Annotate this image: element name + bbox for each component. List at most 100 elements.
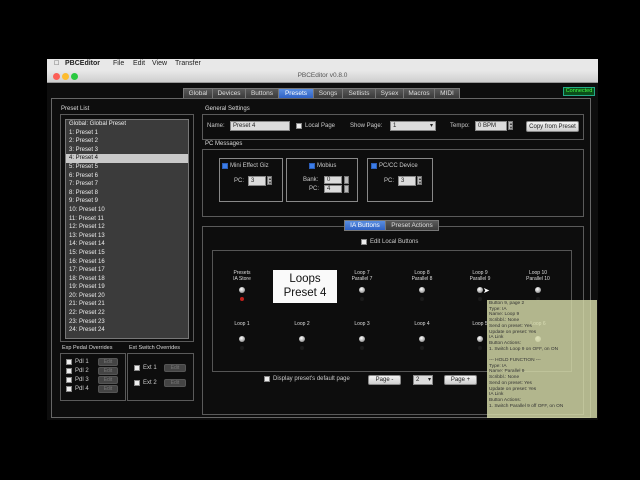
tooltip-line: 1. Switch Parallel 9 off OFF, on ON — [489, 403, 564, 409]
preset-list-item[interactable]: 4: Preset 4 — [66, 154, 188, 163]
menu-view[interactable]: View — [152, 60, 167, 67]
footswitch-button[interactable] — [239, 336, 245, 342]
mobius-pc-field[interactable]: 4 — [324, 185, 342, 193]
mobius-checkbox[interactable] — [309, 163, 315, 169]
preset-list-item[interactable]: 24: Preset 24 — [66, 326, 188, 335]
page-select[interactable]: 2 ▾ — [413, 375, 433, 385]
footswitch-led — [360, 297, 364, 301]
pedal-edit-button[interactable]: Edit — [98, 358, 118, 366]
edit-local-buttons-checkbox[interactable] — [361, 239, 367, 245]
footswitch-button[interactable] — [477, 336, 483, 342]
pc-stepper[interactable]: ▲ ▼ — [267, 176, 272, 185]
preset-list-item[interactable]: Global: Global Preset — [66, 120, 188, 129]
footswitch-label: Loop 8 Parallel 8 — [411, 270, 433, 282]
ext-switch-checkbox[interactable] — [134, 365, 140, 371]
footswitch-label: Loop 10 Parallel 10 — [526, 270, 550, 282]
footswitch-button[interactable] — [299, 336, 305, 342]
mobius-bank-field[interactable]: 0 — [324, 176, 342, 184]
preset-list-item[interactable]: 20: Preset 20 — [66, 292, 188, 301]
show-page-select[interactable]: 1 ▾ — [390, 121, 436, 131]
tempo-label: Tempo: — [450, 123, 470, 129]
pc-cc-device-pc-field[interactable]: 3 — [398, 176, 416, 186]
pc-stepper[interactable] — [344, 185, 349, 193]
menu-edit[interactable]: Edit — [133, 60, 145, 67]
mini-effect-giz-pc-field[interactable]: 3 — [248, 176, 266, 186]
footswitch-button[interactable] — [359, 336, 365, 342]
pc-cc-device-checkbox[interactable] — [371, 163, 377, 169]
preset-list-item[interactable]: 23: Preset 23 — [66, 318, 188, 327]
copy-from-preset-button[interactable]: Copy from Preset — [526, 121, 579, 132]
preset-list-item[interactable]: 16: Preset 16 — [66, 258, 188, 267]
footswitch-button[interactable] — [239, 287, 245, 293]
preset-list: Global: Global Preset 1: Preset 1 2: Prese… — [65, 119, 189, 339]
mac-menu-bar:  PBCEditor File Edit View Transfer — [47, 59, 598, 70]
pedal-edit-button[interactable]: Edit — [98, 376, 118, 384]
zoom-window-icon[interactable] — [71, 72, 78, 80]
preset-list-item[interactable]: 18: Preset 18 — [66, 275, 188, 284]
minimize-window-icon[interactable] — [62, 72, 69, 80]
close-window-icon[interactable] — [53, 72, 60, 80]
preset-list-item[interactable]: 14: Preset 14 — [66, 240, 188, 249]
footswitch-button[interactable] — [359, 287, 365, 293]
preset-list-item[interactable]: 15: Preset 15 — [66, 249, 188, 258]
preset-list-item[interactable]: 2: Preset 2 — [66, 137, 188, 146]
ext-switch-edit-button[interactable]: Edit — [164, 379, 186, 387]
mini-effect-giz-checkbox[interactable] — [222, 163, 228, 169]
pedal-label: Pdl 2 — [75, 368, 89, 374]
preset-name-field[interactable]: Preset 4 — [230, 121, 290, 131]
page-minus-button[interactable]: Page - — [368, 375, 401, 385]
footswitch-led — [478, 297, 482, 301]
preset-list-item[interactable]: 10: Preset 10 — [66, 206, 188, 215]
ext-switch-title: Ext Switch Overrides — [129, 345, 181, 351]
footswitch-button[interactable] — [419, 336, 425, 342]
preset-list-item[interactable]: 13: Preset 13 — [66, 232, 188, 241]
footswitch-led — [478, 346, 482, 350]
footswitch-label: Loop 1 — [234, 321, 250, 327]
connection-status-badge: Connected — [563, 87, 595, 96]
pedal-label: Pdl 4 — [75, 386, 89, 392]
tempo-stepper[interactable]: ▲ ▼ — [508, 121, 513, 130]
subtab-ia-buttons[interactable]: IA Buttons — [344, 220, 386, 231]
preset-list-item[interactable]: 9: Preset 9 — [66, 197, 188, 206]
preset-list-item[interactable]: 5: Preset 5 — [66, 163, 188, 172]
preset-list-item[interactable]: 3: Preset 3 — [66, 146, 188, 155]
preset-list-item[interactable]: 12: Preset 12 — [66, 223, 188, 232]
pedal-edit-button[interactable]: Edit — [98, 367, 118, 375]
bank-stepper[interactable] — [344, 176, 349, 184]
menu-transfer[interactable]: Transfer — [175, 60, 201, 67]
pedal-override-checkbox[interactable] — [66, 368, 72, 374]
display-default-page-checkbox[interactable] — [264, 376, 270, 382]
menu-file[interactable]: File — [113, 60, 124, 67]
app-menu[interactable]: PBCEditor — [65, 60, 100, 67]
tempo-field[interactable]: 0 BPM — [475, 121, 507, 131]
subtab-preset-actions[interactable]: Preset Actions — [385, 220, 439, 231]
pedal-override-checkbox[interactable] — [66, 377, 72, 383]
preset-list-item[interactable]: 19: Preset 19 — [66, 283, 188, 292]
pc-stepper[interactable]: ▲ ▼ — [417, 176, 422, 185]
window-title-bar: PBCEditor v0.8.0 — [47, 70, 598, 83]
ext-switch-edit-button[interactable]: Edit — [164, 364, 186, 372]
ext-switch-checkbox[interactable] — [134, 380, 140, 386]
preset-list-item[interactable]: 17: Preset 17 — [66, 266, 188, 275]
pedal-edit-button[interactable]: Edit — [98, 385, 118, 393]
preset-list-item[interactable]: 7: Preset 7 — [66, 180, 188, 189]
preset-list-item[interactable]: 22: Preset 22 — [66, 309, 188, 318]
mouse-cursor-icon: ➤ — [483, 286, 490, 295]
footswitch-led — [300, 346, 304, 350]
local-page-checkbox[interactable] — [296, 123, 302, 129]
preset-list-item[interactable]: 1: Preset 1 — [66, 129, 188, 138]
preset-list-item[interactable]: 8: Preset 8 — [66, 189, 188, 198]
preset-list-item[interactable]: 6: Preset 6 — [66, 172, 188, 181]
bank-label: Bank: — [303, 177, 319, 183]
button-info-tooltip: Button 9, page 2 Type: IA Name: Loop 9 Scri… — [487, 300, 597, 418]
footswitch-label: Loop 4 — [414, 321, 430, 327]
pedal-override-checkbox[interactable] — [66, 386, 72, 392]
preset-list-item[interactable]: 21: Preset 21 — [66, 300, 188, 309]
footswitch-button[interactable] — [419, 287, 425, 293]
apple-icon[interactable]:  — [54, 60, 59, 67]
preset-list-item[interactable]: 11: Preset 11 — [66, 215, 188, 224]
pedal-override-checkbox[interactable] — [66, 359, 72, 365]
footswitch-button[interactable] — [535, 287, 541, 293]
edit-local-buttons-label: Edit Local Buttons — [370, 239, 419, 245]
page-plus-button[interactable]: Page + — [444, 375, 477, 385]
